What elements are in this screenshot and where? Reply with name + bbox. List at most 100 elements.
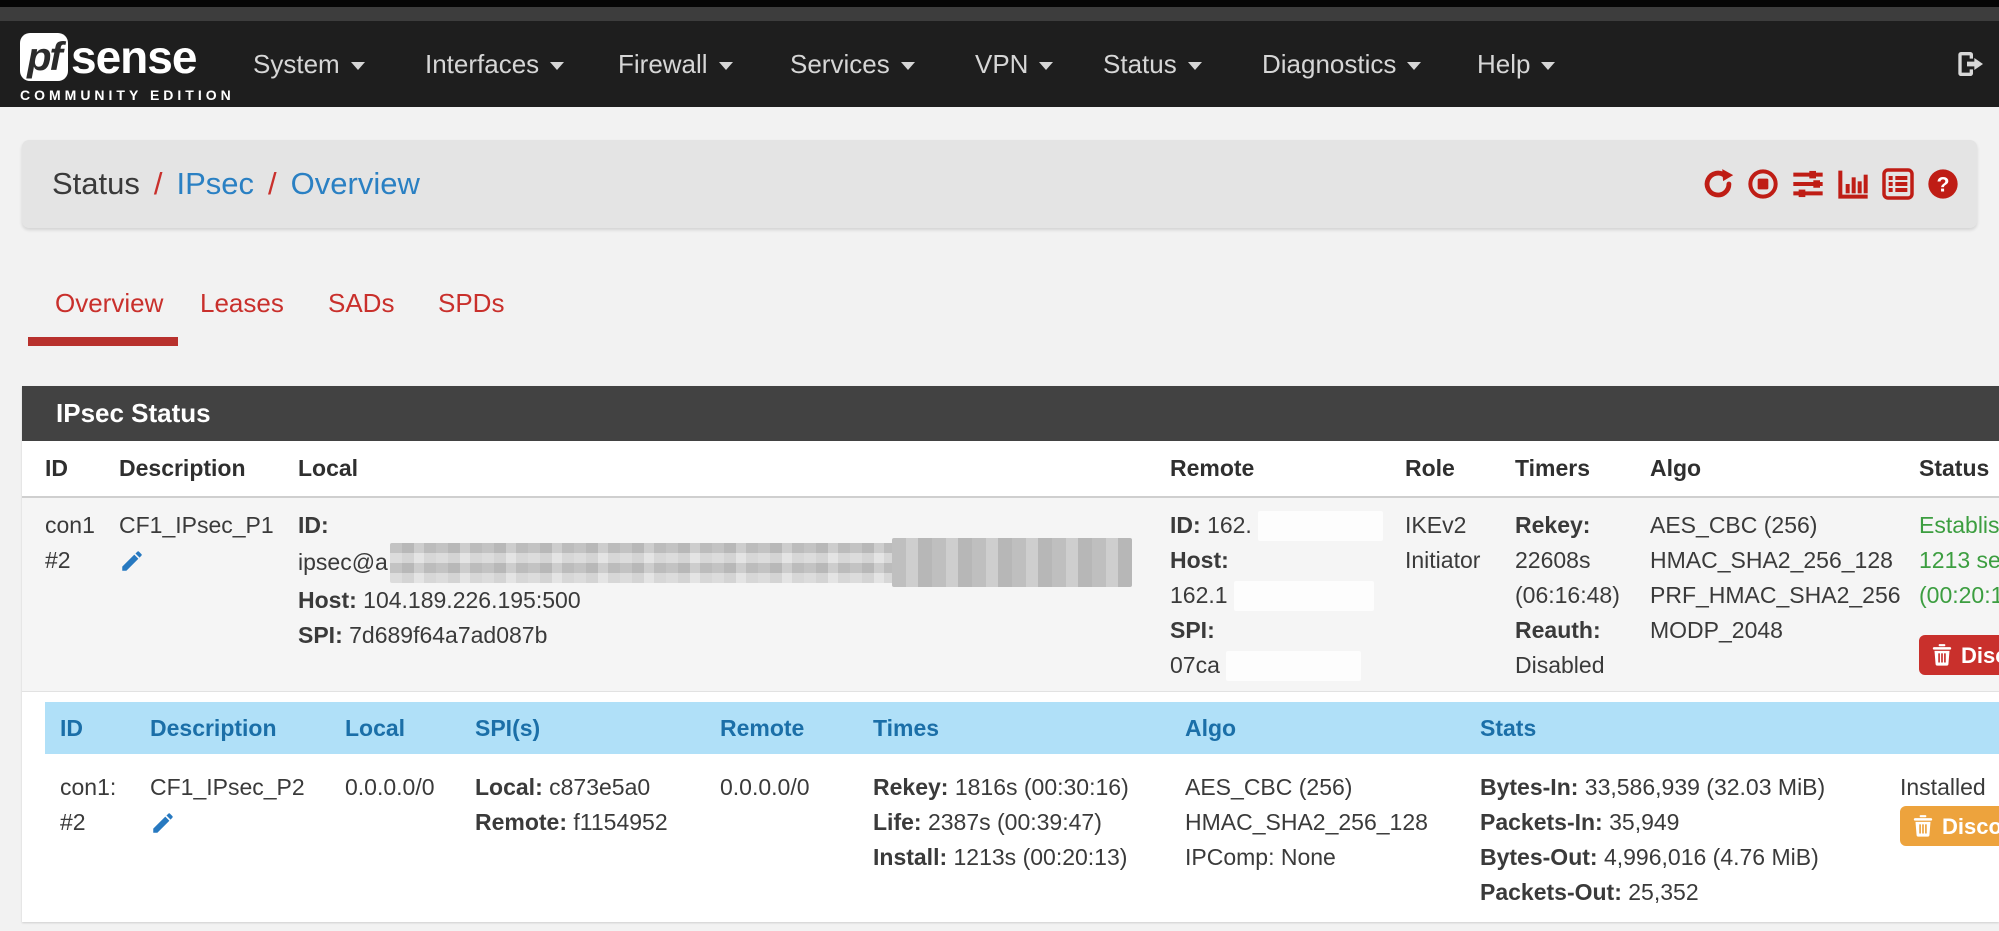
- child-id-sub: #2: [60, 805, 135, 840]
- caret-down-icon: [719, 62, 733, 70]
- algo-hmac: HMAC_SHA2_256_128: [1650, 543, 1905, 578]
- status-tabs: Overview Leases SADs SPDs: [0, 288, 1999, 348]
- role-type: Initiator: [1405, 543, 1505, 578]
- window-top-bar: [0, 0, 1999, 7]
- algo-prf: PRF_HMAC_SHA2_256: [1650, 578, 1905, 613]
- nav-item-firewall[interactable]: Firewall: [618, 21, 733, 107]
- disconnect-label: Disconnect: [1942, 809, 1999, 844]
- breadcrumb-separator: /: [268, 166, 277, 202]
- nav-item-label: Services: [790, 49, 890, 80]
- local-host-value: 104.189.226.195:500: [363, 587, 580, 613]
- packets-in-value: 35,949: [1609, 809, 1679, 835]
- pfsense-logo[interactable]: pf sense COMMUNITY EDITION: [20, 30, 235, 103]
- life-label: Life:: [873, 809, 922, 835]
- packets-out-value: 25,352: [1628, 879, 1698, 905]
- cell-id: con1: #2: [45, 754, 135, 922]
- nav-item-label: Firewall: [618, 49, 708, 80]
- nav-item-help[interactable]: Help: [1477, 21, 1555, 107]
- list-icon[interactable]: [1882, 168, 1914, 200]
- rekey-value: 1816s (00:30:16): [955, 774, 1129, 800]
- col-header-description: Description: [135, 702, 335, 754]
- col-header-algo: Algo: [1640, 441, 1905, 497]
- disconnect-button[interactable]: Disconnect: [1919, 635, 1999, 675]
- disconnect-label: Disconnect: [1961, 638, 1999, 673]
- panel-heading: IPsec Status: [22, 386, 1999, 441]
- nav-item-interfaces[interactable]: Interfaces: [425, 21, 564, 107]
- refresh-icon[interactable]: [1702, 168, 1734, 200]
- phase2-section: ID Description Local SPI(s) Remote Times…: [22, 692, 1999, 922]
- phase2-row: con1: #2 CF1_IPsec_P2 0.0.0.0/0: [45, 754, 1999, 922]
- col-header-timers: Timers: [1505, 441, 1640, 497]
- caret-down-icon: [1188, 62, 1202, 70]
- phase1-table: ID Description Local Remote Role Timers …: [22, 441, 1999, 692]
- cell-local: ID: ipsec@a Host: 104.189.226.195:500 SP…: [286, 497, 1160, 692]
- local-spi-label: SPI:: [298, 622, 343, 648]
- remote-id-label: ID:: [1170, 512, 1201, 538]
- sign-out-icon[interactable]: [1953, 48, 1985, 80]
- reauth-label: Reauth:: [1515, 613, 1640, 648]
- trash-icon: [1913, 815, 1933, 837]
- rekey-label: Rekey:: [873, 774, 948, 800]
- cell-id: con1 #2: [22, 497, 107, 692]
- cell-remote: 0.0.0.0/0: [710, 754, 865, 922]
- algo-cipher: AES_CBC (256): [1650, 508, 1905, 543]
- svg-text:?: ?: [1936, 172, 1949, 196]
- col-header-times: Times: [865, 702, 1175, 754]
- local-spi-value: 7d689f64a7ad087b: [349, 622, 547, 648]
- status-state: Established: [1919, 508, 1999, 543]
- nav-item-services[interactable]: Services: [790, 21, 915, 107]
- life-value: 2387s (00:39:47): [928, 809, 1102, 835]
- cell-algo: AES_CBC (256) HMAC_SHA2_256_128 PRF_HMAC…: [1640, 497, 1905, 692]
- nav-item-system[interactable]: System: [253, 21, 365, 107]
- cell-local: 0.0.0.0/0: [335, 754, 465, 922]
- status-seconds: 1213 seconds: [1919, 543, 1999, 578]
- redaction-mosaic: [390, 543, 1132, 583]
- remote-spi-label: SPI:: [1170, 617, 1215, 643]
- tab-leases[interactable]: Leases: [200, 288, 284, 319]
- nav-item-diagnostics[interactable]: Diagnostics: [1262, 21, 1421, 107]
- caret-down-icon: [901, 62, 915, 70]
- status-time: (00:20:13): [1919, 578, 1999, 613]
- pf-logo-box: pf: [20, 33, 68, 81]
- top-navbar: pf sense COMMUNITY EDITION System Interf…: [0, 21, 1999, 107]
- tab-overview[interactable]: Overview: [55, 288, 163, 319]
- window-title-strip: [0, 7, 1999, 21]
- cell-remote: ID: 162. Host: 162.1 SPI: 07ca: [1160, 497, 1395, 692]
- tab-sads[interactable]: SADs: [328, 288, 394, 319]
- active-tab-underline: [28, 337, 178, 346]
- algo-ipcomp: IPComp: None: [1185, 840, 1470, 875]
- cell-description: CF1_IPsec_P1: [107, 497, 286, 692]
- sliders-icon[interactable]: [1792, 168, 1824, 200]
- nav-item-vpn[interactable]: VPN: [975, 21, 1053, 107]
- help-icon[interactable]: ?: [1927, 168, 1959, 200]
- edit-pencil-icon[interactable]: [150, 810, 176, 836]
- install-value: 1213s (00:20:13): [954, 844, 1128, 870]
- cell-timers: Rekey: 22608s (06:16:48) Reauth: Disable…: [1505, 497, 1640, 692]
- bytes-out-value: 4,996,016 (4.76 MiB): [1604, 844, 1819, 870]
- col-header-local: Local: [286, 441, 1160, 497]
- breadcrumb-link-ipsec[interactable]: IPsec: [177, 166, 255, 202]
- disconnect-button[interactable]: Disconnect: [1900, 806, 1999, 846]
- connection-id-sub: #2: [45, 543, 107, 578]
- description-text: CF1_IPsec_P1: [119, 508, 286, 543]
- tab-spds[interactable]: SPDs: [438, 288, 504, 319]
- phase2-header-row: ID Description Local SPI(s) Remote Times…: [45, 702, 1999, 754]
- panel-title: IPsec Status: [56, 398, 211, 429]
- breadcrumb-link-overview[interactable]: Overview: [291, 166, 420, 202]
- local-network: 0.0.0.0/0: [345, 770, 465, 805]
- col-header-remote: Remote: [710, 702, 865, 754]
- local-id-label: ID:: [298, 512, 329, 538]
- bar-chart-icon[interactable]: [1837, 168, 1869, 200]
- local-host-label: Host:: [298, 587, 357, 613]
- nav-item-status[interactable]: Status: [1103, 21, 1202, 107]
- algo-hmac: HMAC_SHA2_256_128: [1185, 805, 1470, 840]
- spi-remote-value: f1154952: [573, 809, 667, 835]
- brand-sense-text: sense: [71, 30, 196, 84]
- breadcrumb-panel: Status / IPsec / Overview: [22, 140, 1977, 228]
- cell-role: IKEv2 Initiator: [1395, 497, 1505, 692]
- stop-icon[interactable]: [1747, 168, 1779, 200]
- trash-icon: [1932, 644, 1952, 666]
- edit-pencil-icon[interactable]: [119, 548, 145, 574]
- installed-status: Installed: [1900, 770, 1999, 805]
- remote-host-value: 162.1: [1170, 582, 1228, 608]
